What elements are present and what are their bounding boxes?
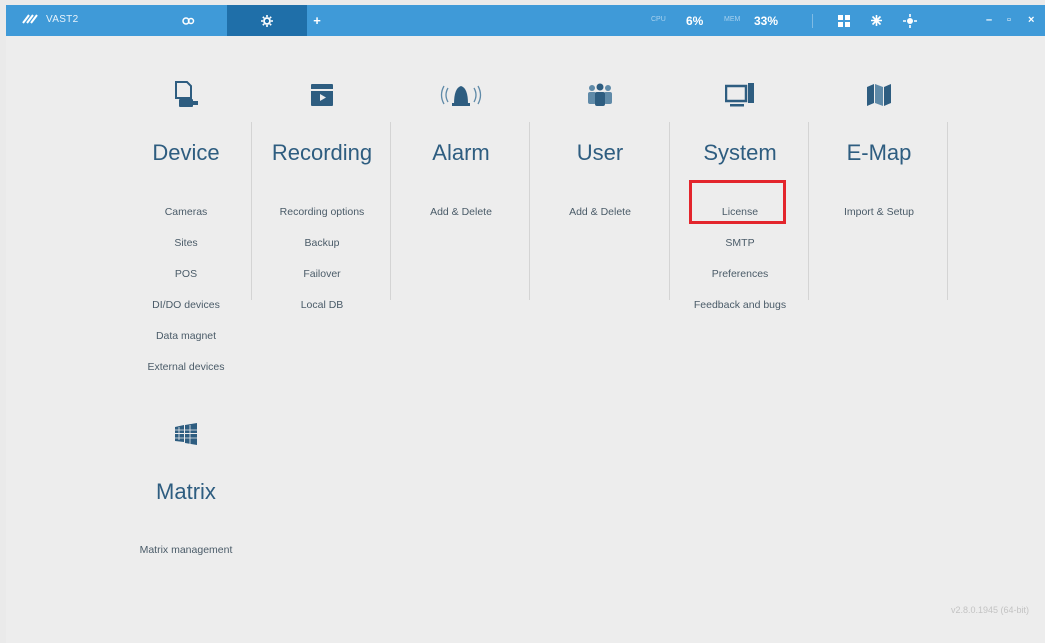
tab-liveview[interactable] [148,5,228,36]
section-title: Recording [271,140,373,165]
column-divider [947,122,948,300]
menu-item-sites[interactable]: Sites [116,236,256,267]
menu-item-recording-options[interactable]: Recording options [252,205,392,236]
titlebar-separator [812,14,813,28]
menu-item-backup[interactable]: Backup [252,236,392,267]
menu-item-alarm-add-delete[interactable]: Add & Delete [391,205,531,236]
monitor-icon [670,81,810,109]
menu-item-preferences[interactable]: Preferences [670,267,810,298]
minimize-button[interactable]: – [986,14,992,26]
menu-item-pos[interactable]: POS [116,267,256,298]
settings-panel: Device Cameras Sites POS DI/DO devices D… [6,36,1045,643]
alert-icon[interactable] [869,13,884,28]
matrix-icon [116,420,256,448]
cpu-label: CPU [651,16,666,23]
app-logo: VAST2 [22,13,78,25]
section-title: Device [152,140,220,165]
section-title: User [576,140,624,165]
close-button[interactable]: × [1028,14,1034,26]
menu-item-external-devices[interactable]: External devices [116,360,256,391]
menu-item-smtp[interactable]: SMTP [670,236,810,267]
menu-item-dido-devices[interactable]: DI/DO devices [116,298,256,329]
section-title: E-Map [846,140,912,165]
layout-grid-icon[interactable] [836,13,851,28]
section-title: System [703,140,777,165]
menu-item-data-magnet[interactable]: Data magnet [116,329,256,360]
mem-label: MEM [724,16,741,23]
app-name: VAST2 [46,13,79,25]
network-icon[interactable] [902,13,917,28]
map-icon [809,81,949,109]
menu-item-feedback-and-bugs[interactable]: Feedback and bugs [670,298,810,329]
menu-item-failover[interactable]: Failover [252,267,392,298]
recording-icon [252,81,392,109]
vast-logo-icon [22,14,38,24]
cpu-value: 6% [686,14,704,28]
menu-item-user-add-delete[interactable]: Add & Delete [530,205,670,236]
maximize-button[interactable]: ▫ [1007,14,1011,26]
menu-item-matrix-management[interactable]: Matrix management [116,543,256,574]
tab-add[interactable]: + [287,5,347,36]
menu-item-local-db[interactable]: Local DB [252,298,392,329]
alarm-icon [391,81,531,109]
menu-item-cameras[interactable]: Cameras [116,205,256,236]
menu-item-import-setup[interactable]: Import & Setup [809,205,949,236]
license-highlight-box [689,180,786,224]
mem-value: 33% [754,14,779,28]
gear-icon [261,14,273,27]
section-title: Alarm [432,140,490,165]
user-group-icon [530,81,670,109]
title-bar: VAST2 + CPU 6% MEM 33% – ▫ × [6,5,1045,36]
version-label: v2.8.0.1945 (64-bit) [950,605,1029,615]
plus-icon: + [313,13,321,28]
liveview-icon [182,16,195,25]
device-icon [116,81,256,109]
section-title: Matrix [156,479,216,504]
